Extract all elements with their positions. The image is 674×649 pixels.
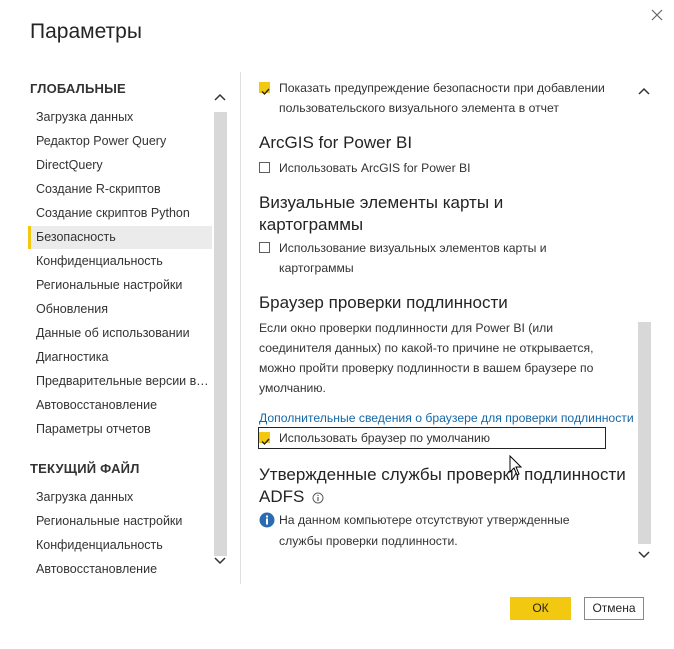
- nav-item-current-privacy[interactable]: Конфиденциальность: [28, 534, 212, 557]
- security-settings-pane: Показать предупреждение безопасности при…: [241, 72, 636, 584]
- arcgis-section-title: ArcGIS for Power BI: [259, 133, 413, 152]
- nav-scroll-thumb[interactable]: [214, 112, 227, 556]
- close-icon[interactable]: [646, 4, 668, 26]
- nav-item-python-scripting[interactable]: Создание скриптов Python: [28, 202, 212, 225]
- maps-label: Использование визуальных элементов карты…: [279, 241, 547, 275]
- visual-warning-label: Показать предупреждение безопасности при…: [279, 81, 605, 115]
- nav-item-power-query[interactable]: Редактор Power Query: [28, 130, 212, 153]
- nav-item-diagnostics[interactable]: Диагностика: [28, 346, 212, 369]
- nav-item-usage-data[interactable]: Данные об использовании: [28, 322, 212, 345]
- scroll-up-icon[interactable]: [637, 84, 651, 98]
- nav-item-current-regional[interactable]: Региональные настройки: [28, 510, 212, 533]
- nav-heading-current-file: ТЕКУЩИЙ ФАЙЛ: [30, 461, 140, 476]
- default-browser-checkbox[interactable]: [259, 432, 270, 446]
- nav-item-privacy[interactable]: Конфиденциальность: [28, 250, 212, 273]
- default-browser-option: Использовать браузер по умолчанию: [259, 428, 629, 448]
- maps-option: Использование визуальных элементов карты…: [259, 238, 569, 278]
- nav-item-preview-features[interactable]: Предварительные версии возможностей: [28, 370, 212, 393]
- mouse-cursor-icon: [509, 455, 523, 476]
- info-icon: [259, 512, 275, 528]
- checkmark-icon: [261, 438, 270, 446]
- nav-item-updates[interactable]: Обновления: [28, 298, 212, 321]
- content-scrollbar[interactable]: [636, 72, 653, 572]
- nav-item-auto-recovery[interactable]: Автовосстановление: [28, 394, 212, 417]
- adfs-info-text: На данном компьютере отсутствуют утвержд…: [279, 513, 570, 548]
- nav-item-directquery[interactable]: DirectQuery: [28, 154, 212, 177]
- visual-warning-option: Показать предупреждение безопасности при…: [259, 78, 629, 118]
- info-outline-icon[interactable]: [312, 492, 324, 504]
- nav-item-report-settings[interactable]: Параметры отчетов: [28, 418, 212, 441]
- auth-browser-section-title: Браузер проверки подлинности: [259, 293, 508, 312]
- scroll-down-icon[interactable]: [213, 554, 227, 568]
- ok-button[interactable]: ОК: [510, 597, 571, 620]
- cancel-button[interactable]: Отмена: [584, 597, 644, 620]
- checkmark-icon: [261, 88, 270, 96]
- arcgis-checkbox[interactable]: [259, 162, 270, 173]
- nav-item-regional-settings[interactable]: Региональные настройки: [28, 274, 212, 297]
- maps-checkbox[interactable]: [259, 242, 270, 253]
- visual-warning-checkbox[interactable]: [259, 82, 270, 96]
- settings-nav: ГЛОБАЛЬНЫЕ Загрузка данных Редактор Powe…: [0, 72, 212, 584]
- default-browser-label: Использовать браузер по умолчанию: [279, 431, 490, 445]
- scroll-down-icon[interactable]: [637, 548, 651, 562]
- nav-item-data-load[interactable]: Загрузка данных: [28, 106, 212, 129]
- content-scroll-thumb[interactable]: [638, 322, 651, 544]
- nav-item-current-auto-recovery[interactable]: Автовосстановление: [28, 558, 212, 581]
- nav-item-security[interactable]: Безопасность: [28, 226, 212, 249]
- arcgis-label: Использовать ArcGIS for Power BI: [279, 161, 471, 175]
- nav-item-r-scripting[interactable]: Создание R-скриптов: [28, 178, 212, 201]
- nav-item-current-data-load[interactable]: Загрузка данных: [28, 486, 212, 509]
- auth-browser-description: Если окно проверки подлинности для Power…: [259, 321, 594, 395]
- adfs-section-title: Утвержденные службы проверки подлинности…: [259, 464, 634, 508]
- nav-scrollbar[interactable]: [212, 72, 229, 584]
- maps-section-title: Визуальные элементы карты и картограммы: [259, 193, 504, 234]
- nav-heading-global: ГЛОБАЛЬНЫЕ: [30, 81, 126, 96]
- auth-browser-learn-more-link[interactable]: Дополнительные сведения о браузере для п…: [259, 409, 634, 427]
- dialog-title: Параметры: [30, 20, 142, 43]
- scroll-up-icon[interactable]: [213, 90, 227, 104]
- arcgis-option: Использовать ArcGIS for Power BI: [259, 158, 629, 178]
